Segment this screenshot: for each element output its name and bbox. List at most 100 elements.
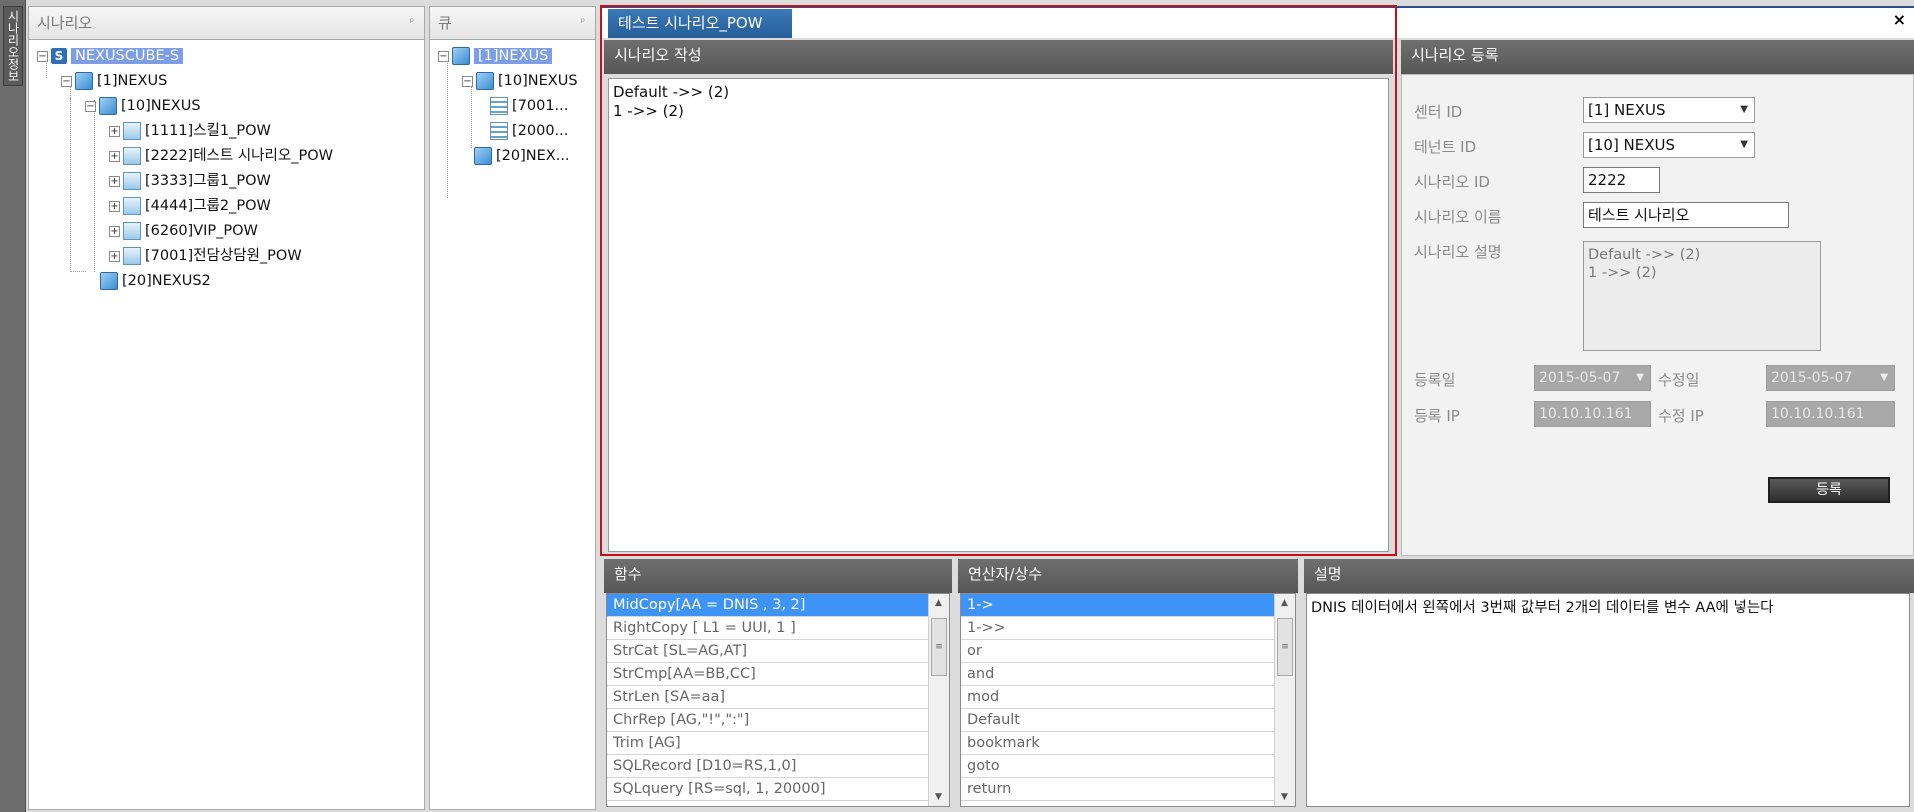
scenario-page-icon — [123, 122, 141, 140]
scenario-name-label: 시나리오 이름 — [1414, 208, 1502, 226]
list-item[interactable]: or — [961, 640, 1275, 663]
list-item[interactable]: Default — [961, 709, 1275, 732]
list-item[interactable]: SQLquery [RS=sql, 1, 20000] — [607, 778, 929, 801]
tree-item-scenario[interactable]: + [6260]VIP_POW — [109, 220, 258, 242]
reg-ip-field: 10.10.10.161 — [1534, 401, 1651, 427]
register-button[interactable]: 등록 — [1768, 477, 1890, 503]
list-item[interactable]: 1-> — [961, 594, 1275, 617]
expand-icon[interactable]: + — [109, 250, 120, 262]
list-item[interactable]: MidCopy[AA = DNIS , 3, 2] — [607, 594, 929, 617]
dropdown-arrow-icon: ▼ — [1636, 372, 1644, 383]
scroll-thumb[interactable]: ≡ — [1277, 618, 1293, 676]
tree-item-scenario[interactable]: + [4444]그룹2_POW — [109, 195, 271, 217]
list-item[interactable]: SQLRecord [D10=RS,1,0] — [607, 755, 929, 778]
expand-icon[interactable]: + — [109, 225, 120, 237]
description-title: 설명 — [1314, 565, 1342, 583]
reg-date-picker[interactable]: 2015-05-07 ▼ — [1534, 365, 1651, 391]
scenario-desc-textarea[interactable]: Default ->> (2) 1 ->> (2) — [1583, 241, 1821, 351]
collapse-icon[interactable]: − — [61, 75, 72, 87]
tenant-id-select[interactable]: [10] NEXUS ▼ — [1583, 132, 1755, 158]
operators-scrollbar[interactable]: ▲ ≡ ▼ — [1274, 594, 1295, 806]
list-item[interactable]: bookmark — [961, 732, 1275, 755]
dropdown-arrow-icon: ▼ — [1740, 104, 1748, 115]
list-item[interactable]: StrLen [SA=aa] — [607, 686, 929, 709]
scroll-up-icon[interactable]: ▲ — [1275, 594, 1294, 612]
expand-icon[interactable]: + — [109, 125, 120, 137]
tree-item-scenario[interactable]: + [3333]그룹1_POW — [109, 170, 271, 192]
description-header: 설명 — [1304, 559, 1914, 593]
queue-item-tenant[interactable]: [20]NEX... — [474, 145, 570, 167]
pin-icon[interactable]: ᵖ — [410, 7, 414, 39]
list-item[interactable]: mod — [961, 686, 1275, 709]
scenario-panel-title: 시나리오 — [37, 14, 93, 32]
list-item[interactable]: ChrRep [AG,"!",":"] — [607, 709, 929, 732]
highlight-frame — [600, 5, 1397, 556]
list-item[interactable]: goto — [961, 755, 1275, 778]
queue-item[interactable]: [2000... — [490, 120, 568, 142]
tree-item-scenario[interactable]: + [2222]테스트 시나리오_POW — [109, 145, 333, 167]
expand-icon[interactable]: + — [109, 150, 120, 162]
expand-icon[interactable]: + — [109, 175, 120, 187]
expand-icon[interactable]: + — [109, 200, 120, 212]
functions-scrollbar[interactable]: ▲ ≡ ▼ — [928, 594, 949, 806]
dropdown-arrow-icon: ▼ — [1740, 139, 1748, 150]
queue-item-tenant[interactable]: − [10]NEXUS — [462, 70, 578, 92]
center-id-select[interactable]: [1] NEXUS ▼ — [1583, 97, 1755, 123]
collapse-icon[interactable]: − — [37, 50, 48, 62]
functions-list[interactable]: MidCopy[AA = DNIS , 3, 2] RightCopy [ L1… — [606, 593, 950, 807]
tree-item-center[interactable]: − [1]NEXUS — [61, 70, 167, 92]
description-text: DNIS 데이터에서 왼쪽에서 3번째 값부터 2개의 데이터를 변수 AA에 … — [1306, 593, 1910, 807]
scenario-page-icon — [123, 247, 141, 265]
register-title: 시나리오 등록 — [1411, 46, 1499, 64]
queue-tree: − [1]NEXUS − [10]NEXUS [7001... [2000... [… — [429, 40, 596, 810]
scroll-down-icon[interactable]: ▼ — [929, 788, 948, 806]
tree-item-tenant[interactable]: [20]NEXUS2 — [100, 270, 211, 292]
list-item[interactable]: 1->> — [961, 617, 1275, 640]
list-item[interactable]: return — [961, 778, 1275, 801]
collapse-icon[interactable]: − — [462, 75, 473, 87]
scroll-down-icon[interactable]: ▼ — [1275, 788, 1294, 806]
scenario-page-icon — [123, 147, 141, 165]
mod-date-label: 수정일 — [1658, 371, 1700, 389]
left-side-strip: 시나리오정보 — [0, 0, 26, 812]
queue-item[interactable]: [7001... — [490, 95, 568, 117]
list-item[interactable]: StrCmp[AA=BB,CC] — [607, 663, 929, 686]
tenant-cube-icon — [99, 97, 117, 115]
scenario-id-input[interactable]: 2222 — [1583, 167, 1660, 193]
tenant-cube-icon — [474, 147, 492, 165]
tree-item-tenant[interactable]: − [10]NEXUS — [85, 95, 201, 117]
center-cube-icon — [75, 72, 93, 90]
tree-item-nexuscube[interactable]: − S NEXUSCUBE-S — [37, 45, 184, 67]
queue-panel-title: 큐 — [438, 14, 452, 32]
operators-header: 연산자/상수 — [958, 559, 1298, 593]
mod-date-picker[interactable]: 2015-05-07 ▼ — [1766, 365, 1895, 391]
collapse-icon[interactable]: − — [85, 100, 96, 112]
list-item[interactable]: Trim [AG] — [607, 732, 929, 755]
dropdown-arrow-icon: ▼ — [1880, 372, 1888, 383]
scroll-up-icon[interactable]: ▲ — [929, 594, 948, 612]
operators-list[interactable]: 1-> 1->> or and mod Default bookmark got… — [960, 593, 1296, 807]
queue-item-center[interactable]: − [1]NEXUS — [438, 45, 553, 67]
server-icon: S — [51, 48, 67, 64]
close-icon[interactable]: × — [1893, 10, 1906, 29]
operators-title: 연산자/상수 — [968, 565, 1043, 583]
list-item[interactable]: and — [961, 663, 1275, 686]
scroll-thumb[interactable]: ≡ — [931, 618, 947, 676]
tree-item-scenario[interactable]: + [7001]전담상담원_POW — [109, 245, 302, 267]
tree-item-scenario[interactable]: + [1111]스킬1_POW — [109, 120, 271, 142]
scenario-info-side-tab[interactable]: 시나리오정보 — [3, 6, 23, 86]
scenario-name-input[interactable]: 테스트 시나리오 — [1583, 202, 1789, 228]
register-header: 시나리오 등록 — [1401, 40, 1914, 74]
collapse-icon[interactable]: − — [438, 50, 449, 62]
tenant-cube-icon — [100, 272, 118, 290]
scenario-page-icon — [123, 197, 141, 215]
scenario-panel-header: 시나리오 ᵖ — [28, 6, 425, 40]
pin-icon[interactable]: ᵖ — [581, 7, 585, 39]
list-item[interactable]: RightCopy [ L1 = UUI, 1 ] — [607, 617, 929, 640]
tenant-id-label: 테넌트 ID — [1414, 138, 1477, 156]
scenario-page-icon — [123, 222, 141, 240]
reg-date-label: 등록일 — [1414, 371, 1456, 389]
tenant-cube-icon — [476, 72, 494, 90]
queue-list-icon — [490, 97, 508, 115]
list-item[interactable]: StrCat [SL=AG,AT] — [607, 640, 929, 663]
